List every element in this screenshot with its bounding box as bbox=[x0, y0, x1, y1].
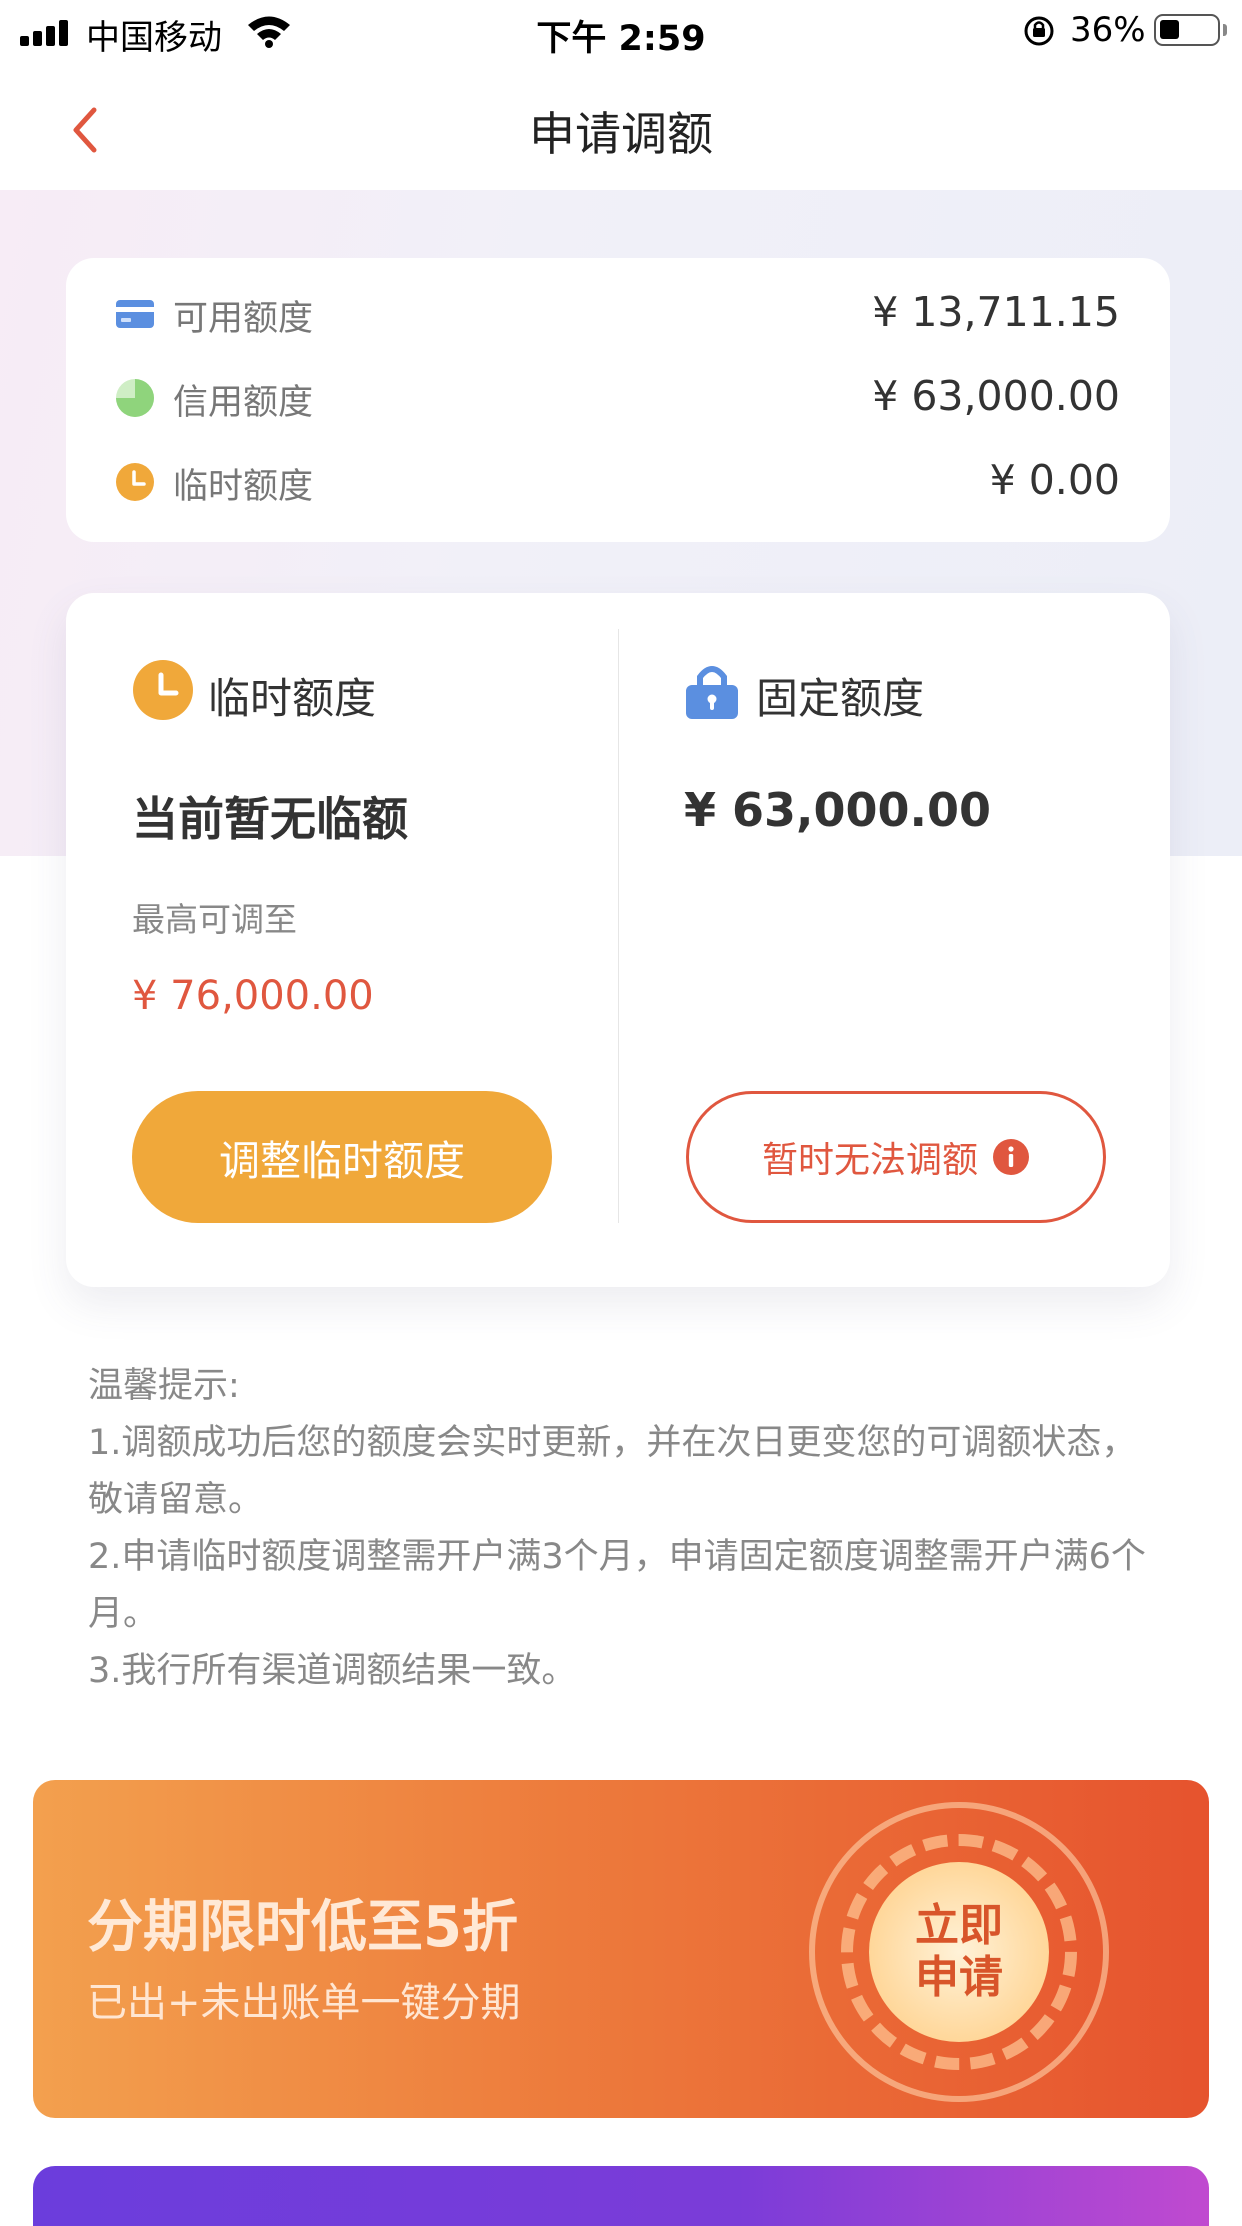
tip-item: 2.申请临时额度调整需开户满3个月，申请固定额度调整需开户满6个月。 bbox=[88, 1537, 1146, 1634]
credit-quota-row: 信用额度 ¥ 63,000.00 bbox=[66, 368, 1170, 428]
rotation-lock-icon bbox=[1024, 16, 1054, 46]
fixed-quota-title: 固定额度 bbox=[756, 674, 925, 723]
pie-icon bbox=[116, 379, 154, 417]
summary-label: 临时额度 bbox=[173, 467, 314, 507]
tip-item: 3.我行所有渠道调额结果一致。 bbox=[88, 1651, 577, 1691]
column-divider bbox=[618, 629, 619, 1223]
page-title: 申请调额 bbox=[529, 107, 713, 161]
temp-quota-max-value: ¥ 76,000.00 bbox=[132, 973, 374, 1019]
summary-value: ¥ 13,711.15 bbox=[872, 288, 1120, 336]
tip-item: 1.调额成功后您的额度会实时更新，并在次日更变您的可调额状态，敬请留意。 bbox=[88, 1423, 1137, 1520]
temp-quota-title: 临时额度 bbox=[208, 674, 377, 723]
fixed-quota-heading: 固定额度 bbox=[684, 659, 924, 723]
tips-section: 温馨提示: 1.调额成功后您的额度会实时更新，并在次日更变您的可调额状态，敬请留… bbox=[88, 1358, 1168, 1700]
quota-adjust-card: 临时额度 当前暂无临额 最高可调至 ¥ 76,000.00 调整临时额度 固定额… bbox=[66, 593, 1170, 1287]
card-icon bbox=[116, 300, 154, 328]
summary-label: 可用额度 bbox=[173, 299, 314, 339]
cannot-adjust-label: 暂时无法调额 bbox=[761, 1140, 978, 1181]
cannot-adjust-button[interactable]: 暂时无法调额 bbox=[686, 1091, 1106, 1223]
temp-quota-max-label: 最高可调至 bbox=[132, 900, 297, 939]
status-bar: 中国移动 下午 2:59 36% bbox=[0, 0, 1242, 64]
summary-value: ¥ 63,000.00 bbox=[872, 372, 1120, 420]
temp-quota-row: 临时额度 ¥ 0.00 bbox=[66, 452, 1170, 512]
apply-now-button[interactable]: 立即 申请 bbox=[869, 1862, 1049, 2042]
tips-title: 温馨提示: bbox=[88, 1366, 240, 1406]
clock-icon bbox=[133, 660, 193, 720]
secondary-promo-banner[interactable] bbox=[33, 2166, 1209, 2226]
promo-title: 分期限时低至5折 bbox=[87, 1895, 518, 1960]
promo-subtitle: 已出+未出账单一键分期 bbox=[87, 1980, 521, 2026]
battery-icon bbox=[1154, 14, 1220, 46]
nav-bar: 申请调额 bbox=[0, 64, 1242, 190]
summary-value: ¥ 0.00 bbox=[989, 456, 1120, 504]
apply-now-line1: 立即 bbox=[915, 1900, 1003, 1951]
adjust-temp-quota-button[interactable]: 调整临时额度 bbox=[132, 1091, 552, 1223]
battery-percentage: 36% bbox=[1070, 10, 1146, 50]
clock-icon bbox=[116, 463, 154, 501]
summary-label: 信用额度 bbox=[173, 383, 314, 423]
apply-now-line2: 申请 bbox=[915, 1952, 1003, 2003]
battery-cap bbox=[1223, 24, 1227, 36]
quota-summary-card: 可用额度 ¥ 13,711.15 信用额度 ¥ 63,000.00 临时额度 ¥… bbox=[66, 258, 1170, 542]
lock-icon bbox=[686, 666, 738, 719]
fixed-quota-amount: ¥ 63,000.00 bbox=[684, 783, 992, 837]
info-icon[interactable] bbox=[992, 1138, 1030, 1176]
installment-promo-banner[interactable]: 分期限时低至5折 已出+未出账单一键分期 立即 申请 bbox=[33, 1780, 1209, 2118]
available-quota-row: 可用额度 ¥ 13,711.15 bbox=[66, 284, 1170, 344]
temp-quota-status: 当前暂无临额 bbox=[132, 792, 408, 846]
temp-quota-heading: 临时额度 bbox=[132, 659, 376, 723]
